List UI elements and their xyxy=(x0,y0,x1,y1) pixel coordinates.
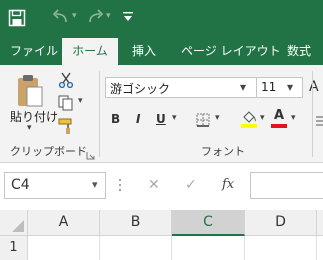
ribbon: 貼り付け ▾ ▾ クリップボード 游ゴシック ▾ 11 ▾ A B I U ▾ … xyxy=(0,65,323,163)
grow-font-button[interactable]: A xyxy=(309,79,319,95)
paste-dropdown-icon[interactable]: ▾ xyxy=(27,123,32,133)
undo-icon[interactable] xyxy=(50,8,72,28)
chevron-down-icon[interactable]: ▾ xyxy=(92,178,98,191)
paste-button[interactable]: 貼り付け ▾ xyxy=(8,71,58,133)
font-color-letter: A xyxy=(274,108,285,123)
font-size-value: 11 xyxy=(261,80,277,94)
font-name-combobox[interactable]: 游ゴシック ▾ xyxy=(105,77,257,98)
format-painter-icon[interactable] xyxy=(58,117,76,135)
column-header-a[interactable]: A xyxy=(28,210,100,236)
cell-c1[interactable] xyxy=(172,236,245,260)
undo-dropdown-icon[interactable]: ▾ xyxy=(72,11,77,21)
clipboard-group-label: クリップボード xyxy=(10,145,87,158)
chevron-down-icon[interactable]: ▾ xyxy=(287,80,293,94)
alignment-icon[interactable] xyxy=(316,113,323,126)
enter-icon[interactable]: ✓ xyxy=(185,177,197,193)
borders-icon[interactable] xyxy=(196,112,210,127)
cell-a1[interactable] xyxy=(28,236,100,260)
font-size-combobox[interactable]: 11 ▾ xyxy=(256,77,303,98)
cut-icon[interactable] xyxy=(58,72,74,89)
redo-dropdown-icon[interactable]: ▾ xyxy=(106,11,111,21)
insert-function-button[interactable]: fx xyxy=(222,177,234,192)
copy-icon[interactable] xyxy=(58,95,74,111)
font-color-dropdown-icon[interactable]: ▾ xyxy=(291,113,296,123)
copy-dropdown-icon[interactable]: ▾ xyxy=(78,96,83,106)
ribbon-separator xyxy=(99,71,100,157)
column-header-partial[interactable] xyxy=(317,210,323,236)
title-bar: ▾ ▾ xyxy=(0,0,323,38)
clipboard-icon xyxy=(16,73,44,109)
underline-dropdown-icon[interactable]: ▾ xyxy=(172,113,177,123)
select-all-corner[interactable] xyxy=(0,210,28,236)
cell-b1[interactable] xyxy=(100,236,172,260)
more-options-icon[interactable] xyxy=(118,178,122,194)
font-name-value: 游ゴシック xyxy=(110,82,171,96)
italic-button[interactable]: I xyxy=(136,112,140,126)
ribbon-separator xyxy=(312,71,313,157)
font-color-button[interactable]: A xyxy=(270,108,288,128)
tab-home[interactable]: ホーム xyxy=(62,38,118,65)
tab-file[interactable]: ファイル xyxy=(10,38,58,65)
formula-input[interactable] xyxy=(250,172,323,199)
cell-d1[interactable] xyxy=(245,236,317,260)
paste-label: 貼り付け xyxy=(10,110,59,124)
tab-insert[interactable]: 挿入 xyxy=(132,38,156,65)
font-group-label: フォント xyxy=(201,145,245,158)
name-box-value: C4 xyxy=(11,177,30,193)
cancel-icon[interactable]: ✕ xyxy=(148,177,160,193)
fill-color-dropdown-icon[interactable]: ▾ xyxy=(260,113,265,123)
column-header-c[interactable]: C xyxy=(172,210,245,236)
chevron-down-icon[interactable]: ▾ xyxy=(240,80,246,94)
ribbon-tabs: ファイル ホーム 挿入 ページ レイアウト 数式 xyxy=(0,38,323,65)
font-color-swatch xyxy=(271,124,287,128)
underline-button[interactable]: U xyxy=(156,112,166,126)
column-header-d[interactable]: D xyxy=(245,210,317,236)
redo-icon[interactable] xyxy=(84,8,106,28)
borders-dropdown-icon[interactable]: ▾ xyxy=(215,113,220,123)
fill-color-icon[interactable] xyxy=(240,109,258,129)
column-header-b[interactable]: B xyxy=(100,210,172,236)
clipboard-dialog-launcher-icon[interactable] xyxy=(86,145,95,160)
name-box[interactable]: C4 ▾ xyxy=(4,172,106,199)
row-header-1[interactable]: 1 xyxy=(0,236,28,260)
bold-button[interactable]: B xyxy=(111,112,120,126)
customize-qat-icon[interactable] xyxy=(122,9,134,23)
tab-formulas[interactable]: 数式 xyxy=(287,38,311,65)
save-icon[interactable] xyxy=(8,9,26,27)
tab-page-layout[interactable]: ページ レイアウト xyxy=(181,38,281,65)
